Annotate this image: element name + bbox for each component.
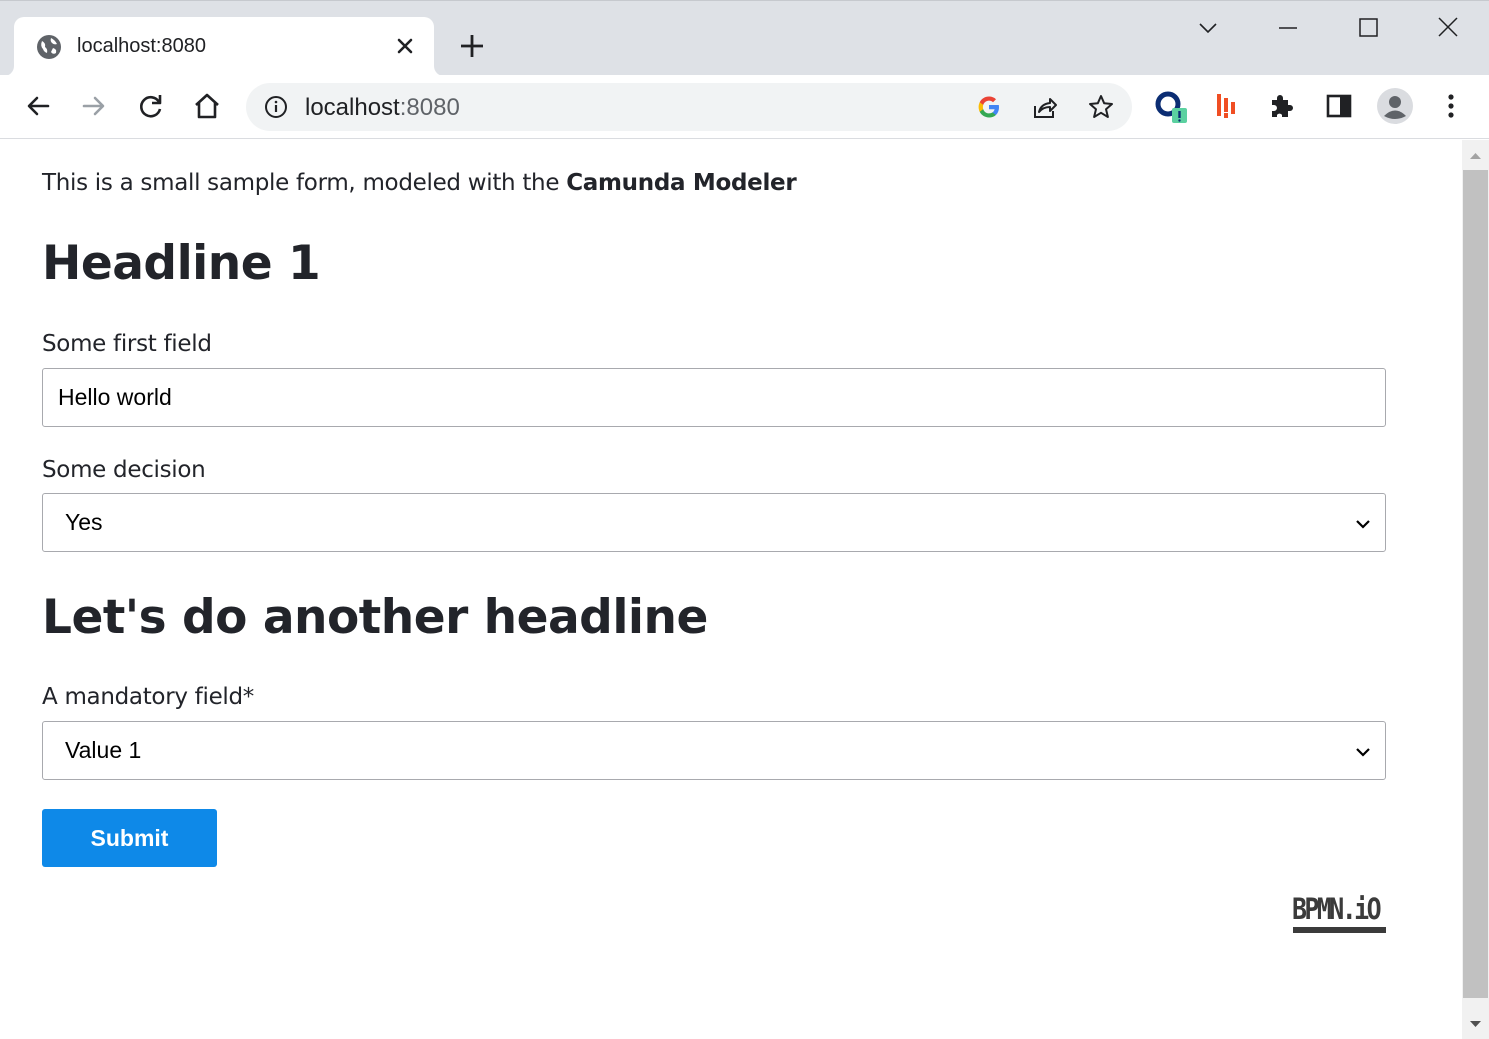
text-field-1[interactable]: Hello world	[42, 368, 1386, 427]
arrow-right-icon[interactable]	[77, 89, 111, 123]
intro-bold: Camunda Modeler	[566, 170, 797, 196]
field1-label: Some first field	[42, 331, 212, 357]
chevron-down-icon	[1356, 520, 1370, 529]
mandatory-select[interactable]: Value 1	[42, 721, 1386, 780]
google-icon[interactable]	[975, 93, 1003, 121]
chevron-down-icon[interactable]	[1193, 13, 1223, 43]
field3-label: A mandatory field*	[42, 684, 255, 710]
puzzle-icon[interactable]	[1265, 89, 1299, 123]
bpmn-io-logo-underline	[1293, 927, 1386, 933]
new-tab-icon[interactable]	[458, 32, 486, 60]
url-port: :8080	[399, 94, 460, 121]
address-url[interactable]: localhost:8080	[305, 94, 460, 122]
globe-icon	[37, 35, 61, 59]
field2-label: Some decision	[42, 457, 206, 483]
extension-status-icon[interactable]	[1153, 89, 1187, 123]
maximize-icon[interactable]	[1353, 13, 1383, 43]
bpmn-io-logo[interactable]: BPMN.iO	[1292, 892, 1387, 934]
bpmn-io-logo-text: BPMN.iO	[1292, 892, 1382, 926]
mandatory-select-value: Value 1	[65, 737, 142, 763]
home-icon[interactable]	[190, 89, 224, 123]
close-tab-icon[interactable]	[394, 35, 416, 57]
kebab-menu-icon[interactable]	[1434, 89, 1468, 123]
tab-title: localhost:8080	[77, 35, 206, 57]
url-host: localhost	[305, 94, 400, 121]
headline-2: Let's do another headline	[42, 590, 708, 645]
arrow-left-icon[interactable]	[21, 89, 55, 123]
submit-button[interactable]: Submit	[42, 809, 217, 867]
scrollbar-thumb[interactable]	[1463, 170, 1488, 998]
headline-1: Headline 1	[42, 236, 321, 291]
intro-text: This is a small sample form, modeled wit…	[42, 170, 797, 196]
tab-strip: localhost:8080	[0, 0, 1489, 76]
decision-select[interactable]: Yes	[42, 493, 1386, 552]
star-icon[interactable]	[1087, 93, 1115, 121]
scroll-down-arrow-icon[interactable]	[1469, 1020, 1482, 1029]
share-icon[interactable]	[1031, 93, 1059, 121]
vertical-scrollbar[interactable]	[1462, 140, 1489, 1039]
chevron-down-icon	[1356, 748, 1370, 757]
intro-prefix: This is a small sample form, modeled wit…	[42, 170, 567, 196]
close-window-icon[interactable]	[1433, 13, 1463, 43]
minimize-icon[interactable]	[1273, 13, 1303, 43]
reload-icon[interactable]	[134, 89, 168, 123]
decision-select-value: Yes	[65, 509, 103, 535]
side-panel-icon[interactable]	[1322, 89, 1356, 123]
field1-value: Hello world	[58, 384, 172, 410]
tab-localhost[interactable]: localhost:8080	[14, 17, 434, 76]
profile-icon[interactable]	[1376, 87, 1414, 125]
page-content: This is a small sample form, modeled wit…	[0, 140, 1462, 1039]
browser-toolbar: localhost:8080	[0, 75, 1489, 139]
site-info-icon[interactable]	[264, 95, 288, 119]
address-bar[interactable]: localhost:8080	[246, 83, 1132, 131]
scroll-up-arrow-icon[interactable]	[1469, 151, 1482, 160]
bar-chart-extension-icon[interactable]	[1210, 89, 1244, 123]
